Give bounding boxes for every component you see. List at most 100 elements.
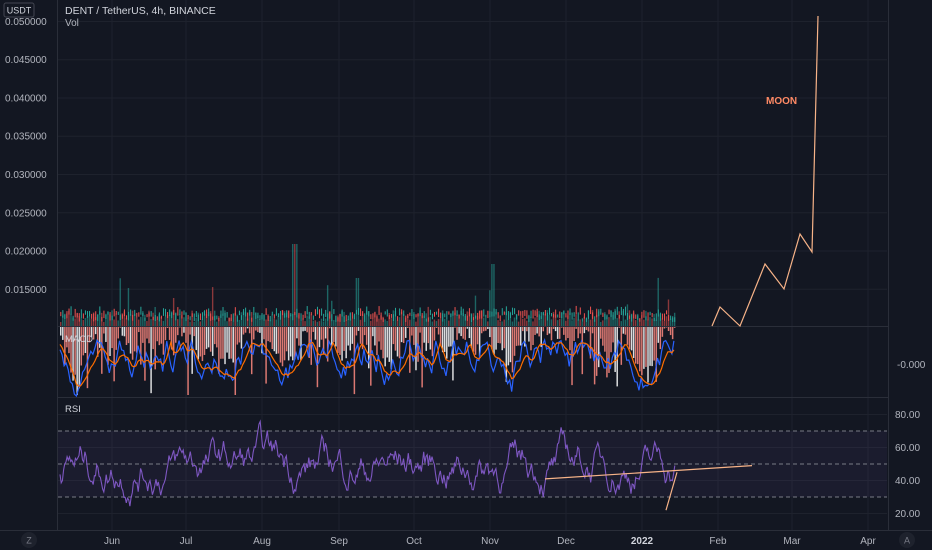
time-tick-label: Sep bbox=[330, 536, 348, 547]
candle bbox=[647, 312, 649, 321]
candle bbox=[74, 308, 76, 318]
macd-bar bbox=[328, 327, 331, 329]
volume-bar bbox=[643, 319, 645, 326]
candle bbox=[450, 313, 452, 318]
volume-bar bbox=[265, 319, 267, 326]
macd-bar bbox=[168, 327, 171, 340]
volume-bar bbox=[435, 321, 438, 326]
candle bbox=[243, 309, 245, 316]
macd-bar bbox=[468, 327, 471, 339]
macd-bar bbox=[287, 327, 290, 361]
candle bbox=[335, 315, 337, 322]
candle bbox=[509, 312, 511, 319]
volume-legend[interactable]: Vol bbox=[65, 18, 79, 29]
symbol-title[interactable]: DENT / TetherUS, 4h, BINANCE bbox=[65, 5, 216, 17]
candle bbox=[208, 308, 210, 317]
macd-bar bbox=[645, 327, 647, 367]
candle bbox=[150, 311, 152, 317]
macd-bar bbox=[226, 327, 228, 353]
chart-canvas[interactable]: 0.050000 0.045000 0.040000 0.035000 0.030000… bbox=[0, 0, 932, 550]
macd-bar bbox=[450, 327, 452, 347]
volume-bar bbox=[548, 314, 551, 326]
candle bbox=[596, 308, 598, 318]
candle bbox=[380, 312, 382, 320]
candle bbox=[620, 306, 622, 316]
candle bbox=[477, 312, 479, 320]
candle bbox=[653, 317, 655, 322]
macd-bar bbox=[296, 327, 298, 339]
volume-bar bbox=[226, 321, 228, 326]
macd-bar bbox=[380, 327, 382, 350]
candle bbox=[95, 311, 97, 321]
candle bbox=[555, 309, 557, 318]
candle bbox=[481, 310, 483, 319]
volume-bar bbox=[396, 320, 399, 326]
candle bbox=[454, 307, 456, 316]
macd-bar bbox=[563, 327, 565, 335]
moon-annotation[interactable]: MOON bbox=[766, 96, 797, 107]
macd-bar bbox=[548, 327, 551, 334]
macd-bar bbox=[162, 327, 165, 355]
candle bbox=[339, 313, 341, 322]
candle bbox=[594, 316, 596, 322]
macd-bar bbox=[583, 327, 586, 334]
candle bbox=[319, 309, 321, 319]
volume-bar bbox=[565, 320, 567, 326]
candle bbox=[473, 317, 475, 321]
candle bbox=[376, 316, 378, 322]
macd-bar bbox=[205, 327, 208, 349]
candle bbox=[487, 310, 489, 319]
candle bbox=[489, 311, 491, 318]
macd-bar bbox=[538, 327, 540, 337]
macd-bar bbox=[464, 327, 467, 340]
candle bbox=[294, 311, 296, 316]
candle bbox=[286, 310, 288, 318]
candle bbox=[325, 309, 327, 317]
candle bbox=[368, 311, 370, 317]
candle bbox=[392, 314, 394, 321]
macd-bar bbox=[651, 327, 653, 367]
macd-bar bbox=[160, 327, 163, 344]
candle bbox=[284, 313, 286, 318]
candle bbox=[341, 309, 343, 317]
macd-bar bbox=[127, 327, 130, 344]
candle bbox=[378, 306, 380, 315]
macd-bar bbox=[133, 327, 136, 352]
candle bbox=[197, 314, 199, 322]
macd-bar bbox=[300, 327, 302, 361]
macd-bar bbox=[269, 327, 271, 343]
macd-bar bbox=[663, 327, 666, 329]
timezone-button-label: Z bbox=[26, 536, 32, 546]
candle bbox=[308, 311, 310, 319]
macd-bar bbox=[667, 327, 670, 331]
candle bbox=[544, 310, 546, 316]
macd-bar bbox=[201, 327, 204, 362]
macd-bar bbox=[197, 327, 200, 360]
candle bbox=[267, 315, 269, 321]
candle bbox=[458, 315, 460, 319]
candle bbox=[624, 306, 626, 316]
macd-bar bbox=[542, 327, 545, 332]
volume-bar bbox=[179, 314, 181, 326]
candle bbox=[64, 314, 66, 320]
candle bbox=[105, 314, 107, 320]
volume-bar bbox=[427, 306, 429, 326]
macd-bar bbox=[121, 327, 124, 336]
macd-bar bbox=[480, 327, 483, 334]
candle bbox=[561, 312, 563, 319]
volume-bar bbox=[359, 319, 362, 326]
volume-bar bbox=[259, 319, 261, 326]
macd-bar bbox=[423, 327, 425, 343]
macd-bar bbox=[105, 327, 107, 342]
macd-bar bbox=[357, 327, 360, 331]
macd-legend[interactable]: MACD bbox=[65, 334, 93, 345]
macd-bar bbox=[591, 327, 594, 334]
volume-bar bbox=[271, 314, 273, 326]
candle bbox=[183, 310, 185, 315]
macd-bar bbox=[649, 327, 651, 366]
volume-bar bbox=[201, 319, 204, 326]
macd-bar bbox=[647, 327, 649, 383]
candle bbox=[641, 311, 643, 319]
candle bbox=[538, 314, 540, 320]
rsi-legend[interactable]: RSI bbox=[65, 404, 81, 415]
